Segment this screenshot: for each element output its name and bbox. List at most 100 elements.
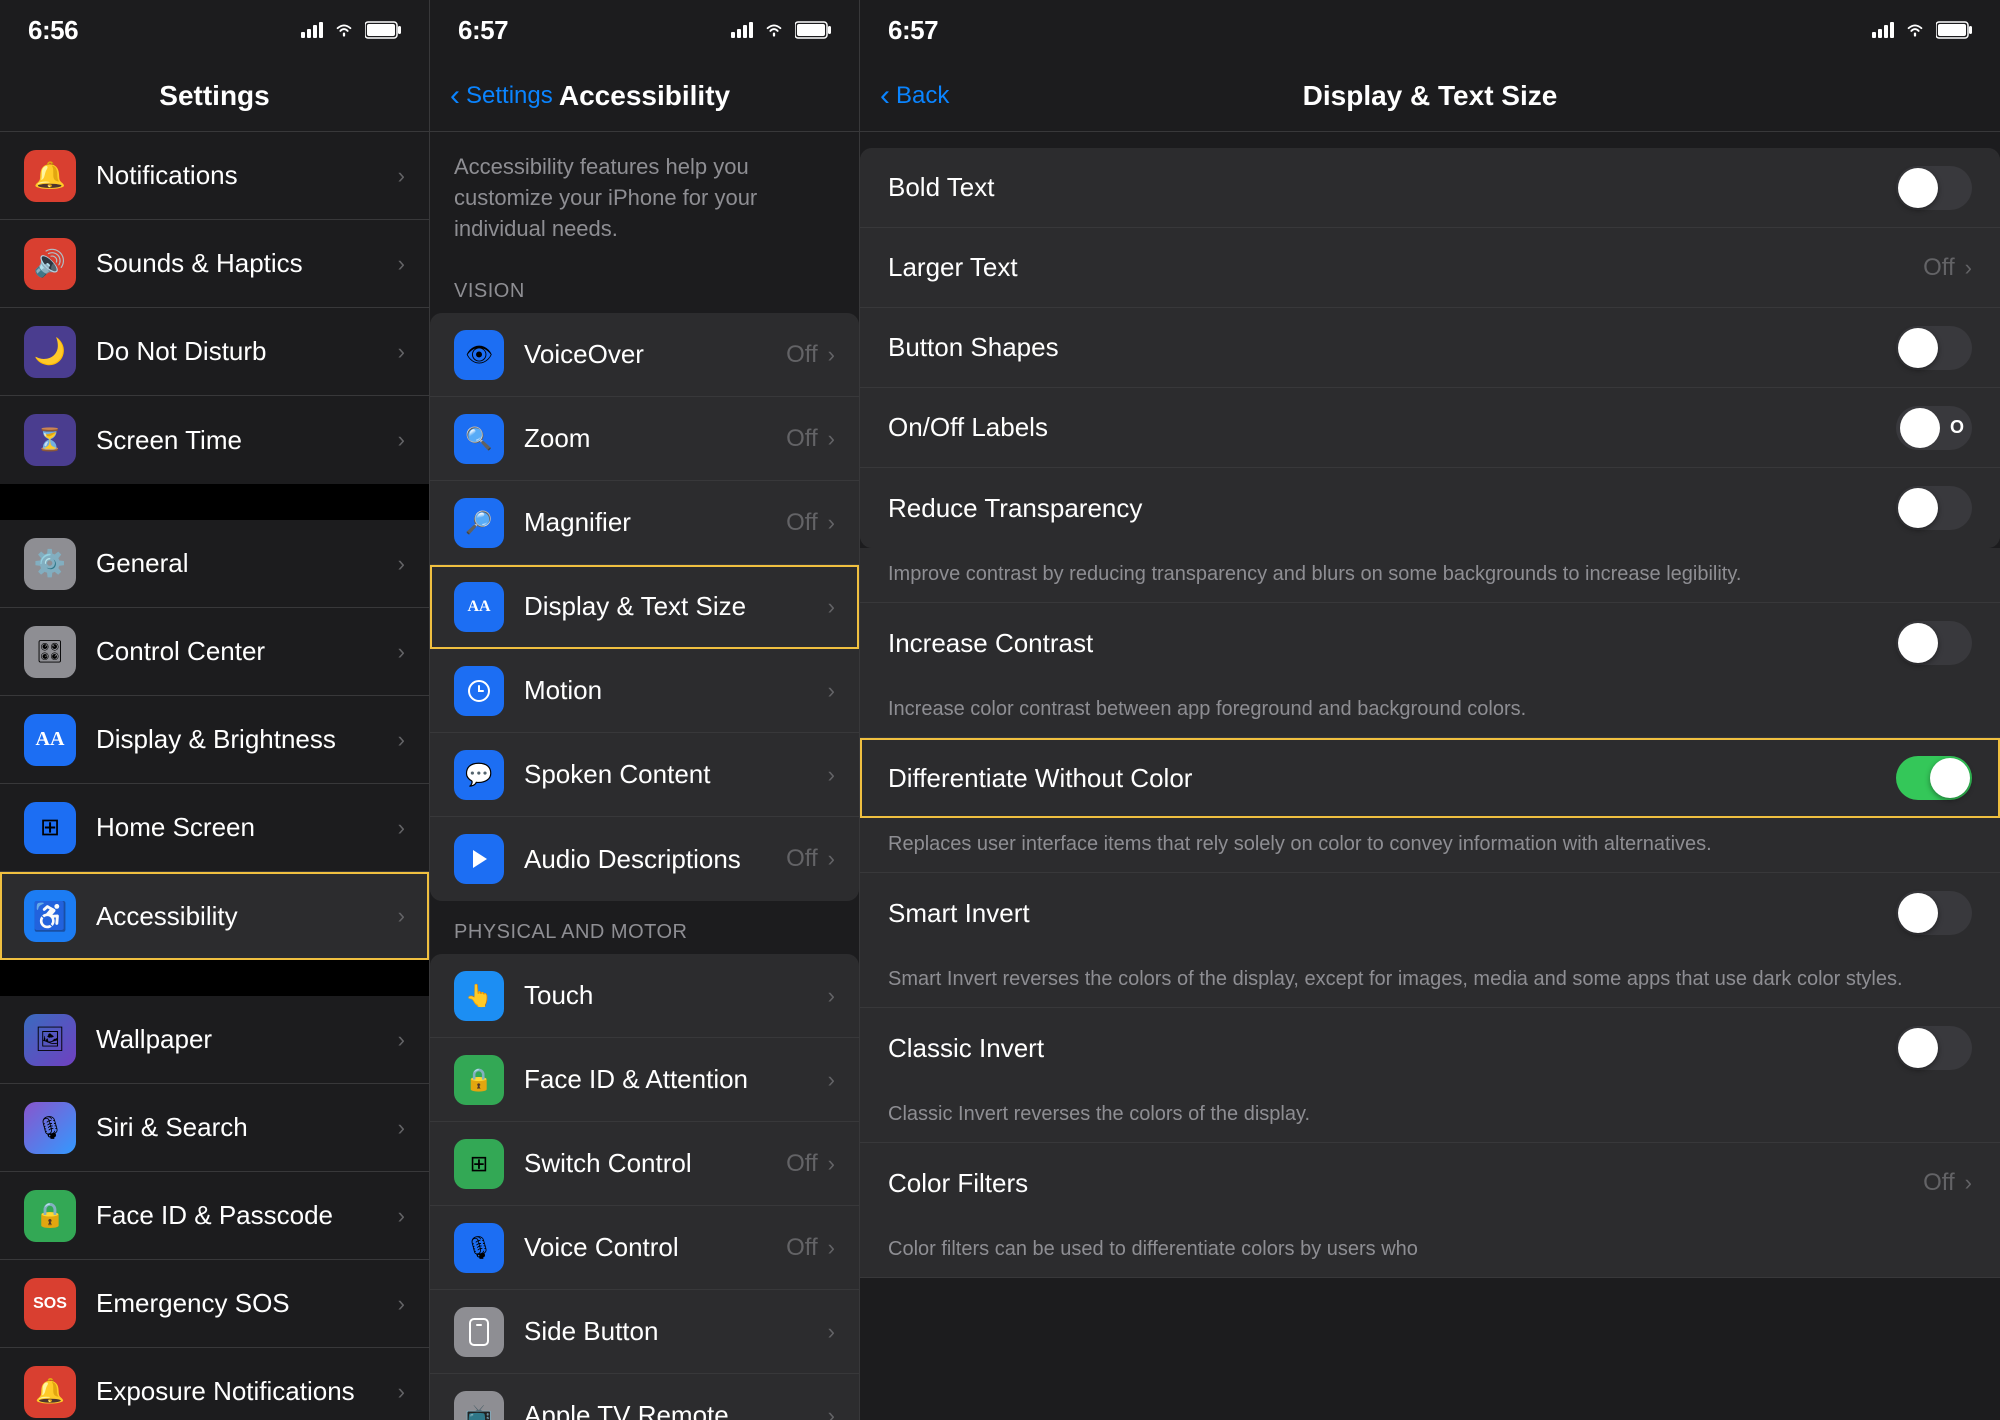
sidebar-item-screentime[interactable]: ⏳ Screen Time ›	[0, 396, 429, 484]
accessibility-label: Accessibility	[96, 901, 398, 932]
group-separator-1	[0, 484, 429, 520]
boldtext-knob	[1898, 168, 1938, 208]
controlcenter-icon: 🎛	[24, 626, 76, 678]
sidebar-item-general[interactable]: ⚙️ General ›	[0, 520, 429, 608]
magnifier-value: Off	[786, 509, 818, 537]
displaytextsize-label: Display & Text Size	[524, 591, 828, 622]
notifications-label: Notifications	[96, 160, 398, 191]
buttonshapes-toggle[interactable]	[1896, 326, 1972, 370]
motion-icon	[454, 666, 504, 716]
acc-item-sidebutton[interactable]: Side Button ›	[430, 1290, 859, 1374]
dt-item-classicinvert[interactable]: Classic Invert	[860, 1008, 2000, 1088]
dt-item-smartinvert[interactable]: Smart Invert	[860, 873, 2000, 953]
back-to-accessibility[interactable]: ‹ Back	[880, 79, 949, 113]
general-icon: ⚙️	[24, 538, 76, 590]
settings-scroll[interactable]: 🔔 Notifications › 🔊 Sounds & Haptics › 🌙…	[0, 132, 429, 1420]
nav-bar-displaytextsize: ‹ Back Display & Text Size	[860, 60, 2000, 132]
sidebar-item-displaybrightness[interactable]: AA Display & Brightness ›	[0, 696, 429, 784]
sounds-label: Sounds & Haptics	[96, 248, 398, 279]
acc-item-spokencontent[interactable]: 💬 Spoken Content ›	[430, 733, 859, 817]
zoom-chevron: ›	[828, 426, 835, 452]
voicecontrol-label: Voice Control	[524, 1232, 786, 1263]
sidebar-item-dnd[interactable]: 🌙 Do Not Disturb ›	[0, 308, 429, 396]
accessibility-nav-title: Accessibility	[559, 80, 730, 112]
audiodesc-icon	[454, 834, 504, 884]
dt-item-reducetransparency[interactable]: Reduce Transparency	[860, 468, 2000, 548]
emergencysos-label: Emergency SOS	[96, 1288, 398, 1319]
smartinvert-desc: Smart Invert reverses the colors of the …	[860, 953, 2000, 1008]
accessibility-scroll[interactable]: Accessibility features help you customiz…	[430, 132, 859, 1420]
sidebar-item-exposurenotif[interactable]: 🔔 Exposure Notifications ›	[0, 1348, 429, 1420]
screentime-chevron: ›	[398, 427, 405, 453]
differentiatewithoutcolor-knob	[1930, 758, 1970, 798]
onofflabels-o: O	[1950, 417, 1964, 438]
emergencysos-icon: SOS	[24, 1278, 76, 1330]
acc-item-magnifier[interactable]: 🔎 Magnifier Off ›	[430, 481, 859, 565]
buttonshapes-knob	[1898, 328, 1938, 368]
wifi-icon	[333, 22, 355, 38]
acc-item-voiceover[interactable]: 👁 VoiceOver Off ›	[430, 313, 859, 397]
magnifier-icon: 🔎	[454, 498, 504, 548]
classicinvert-knob	[1898, 1028, 1938, 1068]
back-to-settings[interactable]: ‹ Settings	[450, 79, 553, 113]
classicinvert-desc: Classic Invert reverses the colors of th…	[860, 1088, 2000, 1143]
sidebar-item-homescreen[interactable]: ⊞ Home Screen ›	[0, 784, 429, 872]
touch-label: Touch	[524, 980, 828, 1011]
back-label-3: Back	[896, 82, 949, 110]
acc-item-touch[interactable]: 👆 Touch ›	[430, 954, 859, 1038]
displaytextsize-scroll[interactable]: Bold Text Larger Text Off › Button Shape…	[860, 132, 2000, 1420]
status-bar-3: 6:57	[860, 0, 2000, 60]
status-bar-1: 6:56	[0, 0, 429, 60]
reducetransparency-toggle[interactable]	[1896, 486, 1972, 530]
sounds-chevron: ›	[398, 251, 405, 277]
sidebar-item-sirisearch[interactable]: 🎙 Siri & Search ›	[0, 1084, 429, 1172]
dnd-icon: 🌙	[24, 326, 76, 378]
acc-item-zoom[interactable]: 🔍 Zoom Off ›	[430, 397, 859, 481]
controlcenter-label: Control Center	[96, 636, 398, 667]
sidebar-item-faceid[interactable]: 🔒 Face ID & Passcode ›	[0, 1172, 429, 1260]
dt-item-increasecontrast[interactable]: Increase Contrast	[860, 603, 2000, 683]
acc-item-appletvremote[interactable]: 📺 Apple TV Remote ›	[430, 1374, 859, 1420]
dt-item-colorfilters[interactable]: Color Filters Off ›	[860, 1143, 2000, 1223]
increasecontrast-knob	[1898, 623, 1938, 663]
sidebar-item-accessibility[interactable]: ♿ Accessibility ›	[0, 872, 429, 960]
sidebar-item-sounds[interactable]: 🔊 Sounds & Haptics ›	[0, 220, 429, 308]
onofflabels-toggle[interactable]: O	[1896, 406, 1972, 450]
smartinvert-label: Smart Invert	[888, 898, 1896, 929]
audiodesc-value: Off	[786, 845, 818, 873]
dt-item-onofflabels[interactable]: On/Off Labels O	[860, 388, 2000, 468]
dt-item-largertext[interactable]: Larger Text Off ›	[860, 228, 2000, 308]
acc-item-switchcontrol[interactable]: ⊞ Switch Control Off ›	[430, 1122, 859, 1206]
increasecontrast-toggle[interactable]	[1896, 621, 1972, 665]
voiceover-value: Off	[786, 341, 818, 369]
increasecontrast-desc: Increase color contrast between app fore…	[860, 683, 2000, 738]
battery-icon	[365, 21, 401, 39]
displaybrightness-label: Display & Brightness	[96, 724, 398, 755]
largertext-chevron: ›	[1965, 255, 1972, 281]
sidebar-item-emergencysos[interactable]: SOS Emergency SOS ›	[0, 1260, 429, 1348]
differentiatewithoutcolor-toggle[interactable]	[1896, 756, 1972, 800]
acc-item-audiodesc[interactable]: Audio Descriptions Off ›	[430, 817, 859, 901]
smartinvert-toggle[interactable]	[1896, 891, 1972, 935]
exposurenotif-chevron: ›	[398, 1379, 405, 1405]
dt-item-boldtext[interactable]: Bold Text	[860, 148, 2000, 228]
sidebar-item-notifications[interactable]: 🔔 Notifications ›	[0, 132, 429, 220]
boldtext-toggle[interactable]	[1896, 166, 1972, 210]
dt-item-differentiatewithoutcolor[interactable]: Differentiate Without Color	[860, 738, 2000, 818]
acc-item-displaytextsize[interactable]: AA Display & Text Size ›	[430, 565, 859, 649]
sidebar-item-wallpaper[interactable]: 🖼 Wallpaper ›	[0, 996, 429, 1084]
notifications-icon: 🔔	[24, 150, 76, 202]
dt-group-3: Differentiate Without Color	[860, 738, 2000, 818]
reducetransparency-knob	[1898, 488, 1938, 528]
acc-item-motion[interactable]: Motion ›	[430, 649, 859, 733]
voicecontrol-icon: 🎙	[454, 1223, 504, 1273]
faceid-icon: 🔒	[24, 1190, 76, 1242]
faceid-label: Face ID & Passcode	[96, 1200, 398, 1231]
acc-item-voicecontrol[interactable]: 🎙 Voice Control Off ›	[430, 1206, 859, 1290]
appletvremote-icon: 📺	[454, 1391, 504, 1420]
sidebar-item-controlcenter[interactable]: 🎛 Control Center ›	[0, 608, 429, 696]
sidebutton-label: Side Button	[524, 1316, 828, 1347]
acc-item-faceidattn[interactable]: 🔒 Face ID & Attention ›	[430, 1038, 859, 1122]
dt-item-buttonshapes[interactable]: Button Shapes	[860, 308, 2000, 388]
classicinvert-toggle[interactable]	[1896, 1026, 1972, 1070]
